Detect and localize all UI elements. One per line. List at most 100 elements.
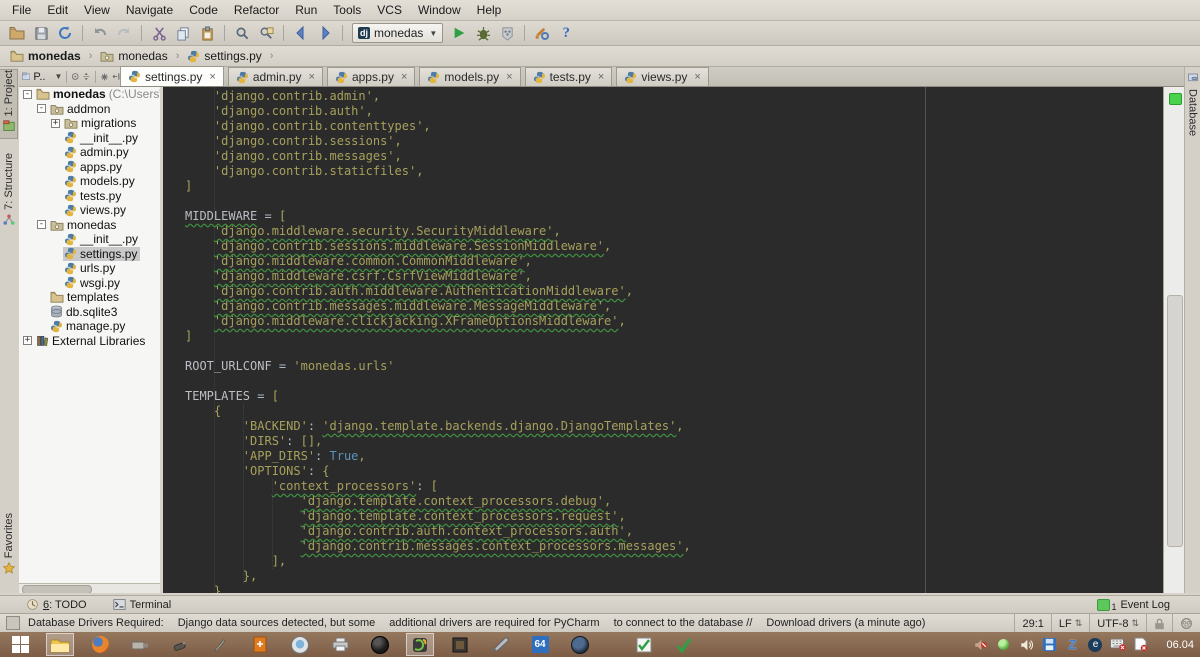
navigate-back-icon[interactable] [290, 23, 312, 43]
code-line[interactable]: } [185, 584, 691, 593]
tree-item-settings-py[interactable]: settings.py [19, 246, 160, 262]
tree-item-models-py[interactable]: models.py [19, 174, 160, 189]
code-line[interactable]: 'django.contrib.messages.middleware.Mess… [185, 299, 691, 314]
close-tab-icon[interactable]: × [506, 71, 512, 83]
code-line[interactable]: ], [185, 554, 691, 569]
code-line[interactable]: 'django.contrib.sessions.middleware.Sess… [185, 239, 691, 254]
camera-app-taskbar-icon[interactable] [286, 633, 314, 656]
code-line[interactable]: 'django.contrib.contenttypes', [185, 119, 691, 134]
sixtyfour-app-taskbar-icon[interactable]: 64 [526, 633, 554, 656]
network-status-icon[interactable] [995, 637, 1011, 653]
tree-item-tests-py[interactable]: tests.py [19, 189, 160, 204]
editor-tab-models.py[interactable]: models.py × [419, 67, 521, 86]
editor-tab-admin.py[interactable]: admin.py × [227, 67, 323, 86]
sync-icon[interactable] [54, 23, 76, 43]
code-line[interactable]: 'django.contrib.staticfiles', [185, 164, 691, 179]
code-line[interactable]: 'django.contrib.messages', [185, 149, 691, 164]
green-check-taskbar-icon[interactable] [670, 633, 698, 656]
tree-item-apps-py[interactable]: apps.py [19, 160, 160, 175]
editor-tab-tests.py[interactable]: tests.py × [524, 67, 613, 86]
flash-drive-taskbar-icon[interactable] [166, 633, 194, 656]
code-line[interactable]: 'django.middleware.common.CommonMiddlewa… [185, 254, 691, 269]
code-line[interactable] [185, 194, 691, 209]
code-line[interactable]: 'APP_DIRS': True, [185, 449, 691, 464]
breadcrumb-item[interactable]: monedas [8, 49, 83, 63]
hide-panel-icon[interactable] [112, 70, 120, 83]
tree-item-__init__-py[interactable]: __init__.py [19, 232, 160, 247]
menu-item-code[interactable]: Code [181, 1, 226, 19]
code-line[interactable]: 'django.contrib.sessions', [185, 134, 691, 149]
collapse-icon[interactable]: - [37, 220, 46, 230]
replace-icon[interactable] [255, 23, 277, 43]
tree-item-views-py[interactable]: views.py [19, 203, 160, 218]
printer-taskbar-icon[interactable] [326, 633, 354, 656]
code-line[interactable]: 'OPTIONS': { [185, 464, 691, 479]
code-line[interactable] [185, 374, 691, 389]
terminal-toolwindow-button[interactable]: Terminal [113, 598, 171, 611]
code-line[interactable]: TEMPLATES = [ [185, 389, 691, 404]
code-line[interactable]: MIDDLEWARE = [ [185, 209, 691, 224]
pycharm-taskbar-icon[interactable] [406, 633, 434, 656]
undo-icon[interactable] [89, 23, 111, 43]
open-folder-icon[interactable] [6, 23, 28, 43]
usb-drive-taskbar-icon[interactable] [126, 633, 154, 656]
design-app-taskbar-icon[interactable] [486, 633, 514, 656]
editor-tab-settings.py[interactable]: settings.py × [120, 66, 224, 86]
collapse-all-icon[interactable] [82, 70, 90, 83]
caret-position[interactable]: 29:1 [1014, 614, 1050, 633]
code-line[interactable]: 'django.middleware.security.SecurityMidd… [185, 224, 691, 239]
collapse-icon[interactable]: - [37, 104, 46, 114]
tree-item-__init__-py[interactable]: __init__.py [19, 131, 160, 146]
close-tab-icon[interactable]: × [598, 71, 604, 83]
tree-item-db-sqlite3[interactable]: db.sqlite3 [19, 305, 160, 320]
code-line[interactable]: ROOT_URLCONF = 'monedas.urls' [185, 359, 691, 374]
code-line[interactable]: 'django.contrib.messages.context_process… [185, 539, 691, 554]
lock-icon[interactable] [1146, 614, 1172, 633]
file-explorer-taskbar-icon[interactable] [46, 633, 74, 656]
gear-icon[interactable] [100, 70, 109, 84]
task-checklist-taskbar-icon[interactable] [630, 633, 658, 656]
code-line[interactable]: 'django.contrib.auth.context_processors.… [185, 524, 691, 539]
toolwindow-switcher-icon[interactable] [6, 616, 20, 630]
tree-item-monedas[interactable]: - monedas (C:\Users\Dio [19, 87, 160, 102]
editor-tab-views.py[interactable]: views.py × [616, 67, 709, 86]
code-line[interactable] [185, 344, 691, 359]
expand-icon[interactable]: + [23, 336, 32, 346]
menu-item-file[interactable]: File [4, 1, 39, 19]
inspection-status-indicator[interactable] [1169, 93, 1182, 105]
copy-icon[interactable] [172, 23, 194, 43]
close-tab-icon[interactable]: × [694, 71, 700, 83]
code-line[interactable]: 'django.middleware.csrf.CsrfViewMiddlewa… [185, 269, 691, 284]
toolstrip-favorites[interactable]: Favorites [0, 513, 18, 589]
archiver-icon[interactable]: Z [1064, 637, 1080, 653]
volume-muted-icon[interactable] [972, 637, 988, 653]
tree-item-External-Libraries[interactable]: + External Libraries [19, 334, 160, 349]
menu-item-refactor[interactable]: Refactor [226, 1, 287, 19]
menu-item-window[interactable]: Window [410, 1, 469, 19]
code-line[interactable]: ] [185, 179, 691, 194]
coverage-button[interactable] [496, 23, 518, 43]
settings-icon[interactable] [531, 23, 553, 43]
code-line[interactable]: 'django.middleware.clickjacking.XFrameOp… [185, 314, 691, 329]
line-ending-select[interactable]: LF ⇅ [1050, 614, 1089, 633]
tree-item-migrations[interactable]: + migrations [19, 116, 160, 131]
document-error-icon[interactable] [1133, 637, 1149, 653]
menu-item-tools[interactable]: Tools [325, 1, 369, 19]
editor-scrollbar[interactable] [1163, 87, 1184, 593]
breadcrumb-item[interactable]: settings.py [185, 49, 263, 63]
console-app-taskbar-icon[interactable] [446, 633, 474, 656]
tree-item-monedas[interactable]: - monedas [19, 218, 160, 233]
code-line[interactable]: }, [185, 569, 691, 584]
status-message[interactable]: Database Drivers Required: Django data so… [28, 617, 939, 629]
menu-item-view[interactable]: View [76, 1, 118, 19]
stylus-pen-taskbar-icon[interactable] [206, 633, 234, 656]
cut-icon[interactable] [148, 23, 170, 43]
navigate-forward-icon[interactable] [314, 23, 336, 43]
editor-tab-apps.py[interactable]: apps.py × [326, 67, 416, 86]
highlighting-level-icon[interactable] [1172, 614, 1200, 633]
help-button[interactable]: ? [555, 23, 577, 43]
menu-item-help[interactable]: Help [469, 1, 510, 19]
code-line[interactable]: 'django.contrib.admin', [185, 89, 691, 104]
menu-item-run[interactable]: Run [287, 1, 325, 19]
project-panel-title[interactable]: P.. [33, 71, 45, 83]
